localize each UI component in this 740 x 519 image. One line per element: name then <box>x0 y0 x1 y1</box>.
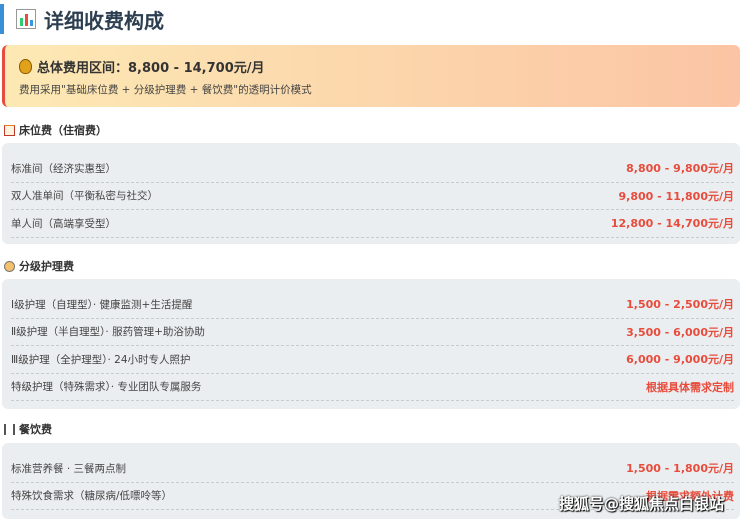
list-item: 双人准单间（平衡私密与社交） 9,800 - 11,800元/月 <box>11 183 734 210</box>
money-bag-icon <box>19 59 32 74</box>
item-price: 12,800 - 14,700元/月 <box>610 217 734 231</box>
item-price: 1,500 - 1,800元/月 <box>626 462 734 476</box>
plate-icon <box>4 423 15 435</box>
item-price: 6,000 - 9,000元/月 <box>626 353 734 367</box>
item-price: 3,500 - 6,000元/月 <box>626 325 734 339</box>
item-name: Ⅱ级护理（半自理型）· 服药管理+助浴协助 <box>11 326 205 339</box>
item-price: 根据具体需求定制 <box>646 380 734 394</box>
list-item: Ⅲ级护理（全护理型）· 24小时专人照护 6,000 - 9,000元/月 <box>11 346 734 374</box>
summary-card: 总体费用区间：8,800 - 14,700元/月 费用采用"基础床位费 + 分级… <box>2 45 740 107</box>
section-title: 床位费（住宿费） <box>19 124 107 137</box>
bed-fee-list: 标准间（经济实惠型） 8,800 - 9,800元/月 双人准单间（平衡私密与社交… <box>2 143 740 244</box>
watermark: 搜狐号@搜狐焦点白银站 <box>558 495 724 513</box>
section-bed-fee-title: 床位费（住宿费） <box>4 122 107 138</box>
summary-desc: 费用采用"基础床位费 + 分级护理费 + 餐饮费"的透明计价模式 <box>19 84 312 96</box>
item-price: 8,800 - 9,800元/月 <box>626 162 734 176</box>
section-meal-fee-title: 餐饮费 <box>4 421 52 437</box>
list-item: Ⅰ级护理（自理型）· 健康监测+生活提醒 1,500 - 2,500元/月 <box>11 291 734 319</box>
section-title: 餐饮费 <box>19 423 52 436</box>
list-item: 特级护理（特殊需求）· 专业团队专属服务 根据具体需求定制 <box>11 374 734 401</box>
page-title: 详细收费构成 <box>0 4 164 34</box>
section-title: 分级护理费 <box>19 260 74 273</box>
item-price: 9,800 - 11,800元/月 <box>618 189 734 203</box>
house-icon <box>4 124 15 136</box>
item-name: 特殊饮食需求（糖尿病/低嘌呤等） <box>11 490 173 503</box>
care-fee-list: Ⅰ级护理（自理型）· 健康监测+生活提醒 1,500 - 2,500元/月 Ⅱ级护… <box>2 279 740 409</box>
list-item: 单人间（高端享受型） 12,800 - 14,700元/月 <box>11 210 734 238</box>
list-item: 标准营养餐 · 三餐两点制 1,500 - 1,800元/月 <box>11 455 734 483</box>
page-title-text: 详细收费构成 <box>44 8 164 33</box>
item-price: 1,500 - 2,500元/月 <box>626 298 734 312</box>
nurse-icon <box>4 260 15 272</box>
item-name: 标准间（经济实惠型） <box>11 162 116 175</box>
item-name: 单人间（高端享受型） <box>11 217 116 230</box>
item-name: Ⅰ级护理（自理型）· 健康监测+生活提醒 <box>11 298 193 311</box>
item-name: Ⅲ级护理（全护理型）· 24小时专人照护 <box>11 353 191 366</box>
item-name: 双人准单间（平衡私密与社交） <box>11 190 158 203</box>
item-name: 特级护理（特殊需求）· 专业团队专属服务 <box>11 381 202 394</box>
item-name: 标准营养餐 · 三餐两点制 <box>11 462 127 475</box>
bar-chart-icon <box>16 9 36 29</box>
summary-label: 总体费用区间：8,800 - 14,700元/月 <box>37 61 265 76</box>
section-care-fee-title: 分级护理费 <box>4 258 74 274</box>
list-item: Ⅱ级护理（半自理型）· 服药管理+助浴协助 3,500 - 6,000元/月 <box>11 319 734 346</box>
list-item: 标准间（经济实惠型） 8,800 - 9,800元/月 <box>11 155 734 183</box>
